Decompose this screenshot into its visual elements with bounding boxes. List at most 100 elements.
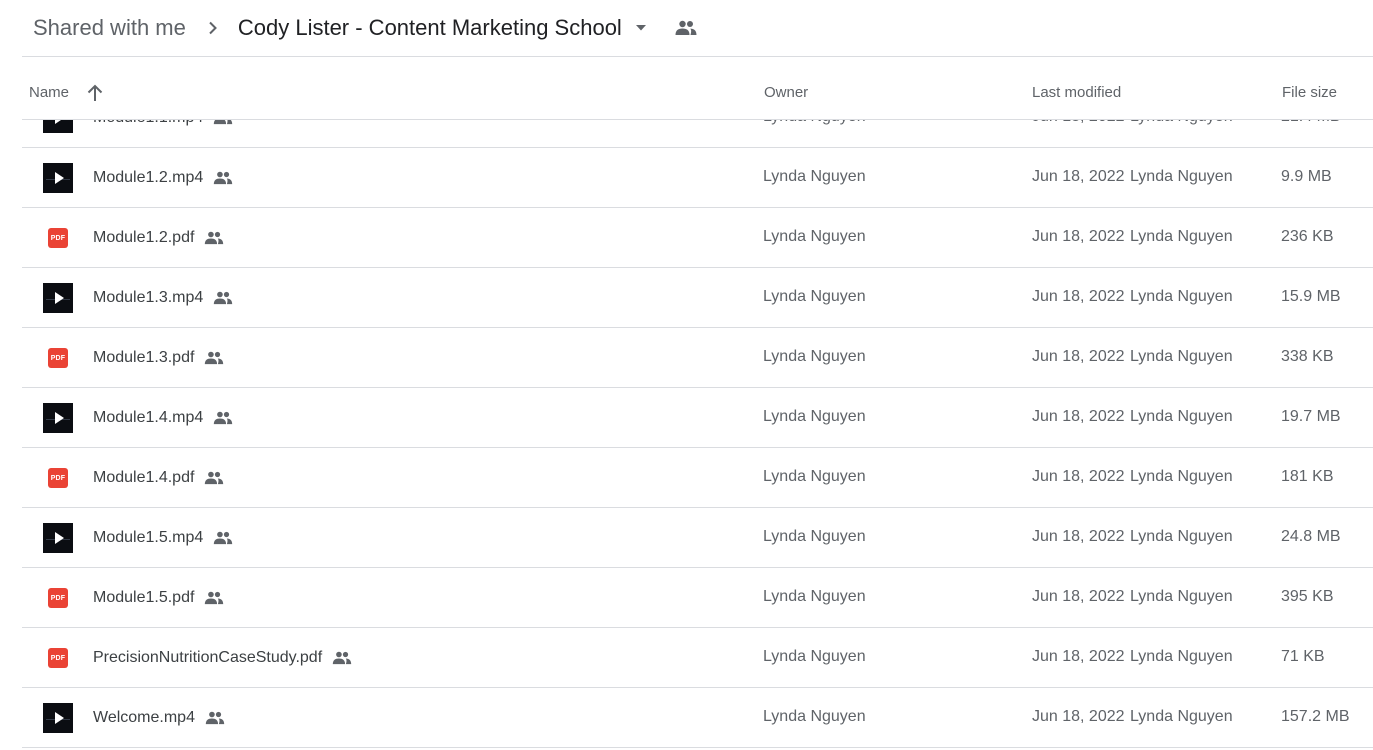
pdf-file-icon: PDF: [43, 643, 73, 673]
file-name: Module1.1.mp4: [93, 120, 203, 127]
file-name-cell: Welcome.mp4: [93, 688, 226, 748]
file-name: Module1.3.mp4: [93, 289, 204, 306]
pdf-badge: PDF: [48, 648, 68, 668]
pdf-file-icon: PDF: [43, 463, 73, 493]
file-modified-date: Jun 18, 2022: [1032, 228, 1125, 245]
file-modified-by: Lynda Nguyen: [1130, 468, 1233, 485]
file-name-cell: PrecisionNutritionCaseStudy.pdf: [93, 628, 353, 688]
file-size: 338 KB: [1281, 348, 1334, 365]
file-row[interactable]: Module1.1.mp4 Lynda Nguyen Jun 18, 2022 …: [22, 120, 1373, 148]
file-modified-date: Jun 18, 2022: [1032, 588, 1125, 605]
file-row[interactable]: Module1.2.mp4 Lynda Nguyen Jun 18, 2022 …: [22, 148, 1373, 208]
file-size: 395 KB: [1281, 588, 1334, 605]
file-size: 181 KB: [1281, 468, 1334, 485]
file-name-cell: Module1.5.pdf: [93, 568, 225, 628]
play-icon: [43, 703, 73, 733]
play-icon: [43, 163, 73, 193]
video-thumbnail-icon: [43, 163, 73, 193]
file-modified-date: Jun 18, 2022: [1032, 288, 1125, 305]
file-name-cell: Module1.1.mp4: [93, 120, 234, 148]
file-list: Module1.1.mp4 Lynda Nguyen Jun 18, 2022 …: [22, 120, 1373, 750]
people-icon: [331, 647, 353, 669]
file-name-cell: Module1.4.pdf: [93, 448, 225, 508]
file-name-cell: Module1.4.mp4: [93, 388, 234, 448]
play-icon: [43, 523, 73, 553]
file-owner: Lynda Nguyen: [763, 408, 866, 425]
file-list-rows: Module1.1.mp4 Lynda Nguyen Jun 18, 2022 …: [22, 120, 1373, 748]
file-name: Module1.2.pdf: [93, 229, 195, 246]
people-icon: [204, 707, 226, 729]
file-modified-by: Lynda Nguyen: [1130, 348, 1233, 365]
file-modified-by: Lynda Nguyen: [1130, 288, 1233, 305]
file-size: 71 KB: [1281, 648, 1325, 665]
file-row[interactable]: PDF Module1.4.pdf Lynda Nguyen Jun 18, 2…: [22, 448, 1373, 508]
drive-file-list-page: Shared with me Cody Lister - Content Mar…: [0, 0, 1373, 750]
people-icon: [203, 467, 225, 489]
file-modified-by: Lynda Nguyen: [1130, 168, 1233, 185]
file-row[interactable]: Module1.5.mp4 Lynda Nguyen Jun 18, 2022 …: [22, 508, 1373, 568]
breadcrumb: Shared with me Cody Lister - Content Mar…: [22, 0, 1373, 57]
file-size: 21.4 MB: [1281, 120, 1341, 126]
column-header: Name Owner Last modified File size: [22, 57, 1373, 120]
pdf-badge: PDF: [48, 588, 68, 608]
file-row[interactable]: PDF Module1.3.pdf Lynda Nguyen Jun 18, 2…: [22, 328, 1373, 388]
pdf-badge: PDF: [48, 348, 68, 368]
people-icon: [212, 167, 234, 189]
file-owner: Lynda Nguyen: [763, 468, 866, 485]
pdf-file-icon: PDF: [43, 223, 73, 253]
file-owner: Lynda Nguyen: [763, 120, 866, 126]
file-row[interactable]: PDF Module1.2.pdf Lynda Nguyen Jun 18, 2…: [22, 208, 1373, 268]
file-owner: Lynda Nguyen: [763, 348, 866, 365]
play-icon: [43, 403, 73, 433]
play-icon: [43, 283, 73, 313]
file-modified-by: Lynda Nguyen: [1130, 528, 1233, 545]
file-row[interactable]: PDF PrecisionNutritionCaseStudy.pdf Lynd…: [22, 628, 1373, 688]
breadcrumb-current-folder[interactable]: Cody Lister - Content Marketing School: [238, 15, 622, 41]
caret-down-icon[interactable]: [634, 21, 648, 35]
file-name-cell: Module1.2.pdf: [93, 208, 225, 268]
file-size: 15.9 MB: [1281, 288, 1341, 305]
column-file-size[interactable]: File size: [1282, 84, 1337, 101]
people-icon: [212, 527, 234, 549]
file-size: 236 KB: [1281, 228, 1334, 245]
file-name: Module1.5.mp4: [93, 529, 204, 546]
file-modified-date: Jun 18, 2022: [1032, 120, 1125, 126]
file-owner: Lynda Nguyen: [763, 288, 866, 305]
file-owner: Lynda Nguyen: [763, 528, 866, 545]
file-owner: Lynda Nguyen: [763, 708, 866, 725]
file-size: 157.2 MB: [1281, 708, 1350, 725]
file-size: 24.8 MB: [1281, 528, 1341, 545]
video-thumbnail-icon: [43, 283, 73, 313]
pdf-badge: PDF: [48, 468, 68, 488]
file-name-cell: Module1.3.mp4: [93, 268, 234, 328]
column-name[interactable]: Name: [29, 84, 69, 101]
people-icon: [203, 347, 225, 369]
file-name: Module1.2.mp4: [93, 169, 204, 186]
file-size: 9.9 MB: [1281, 168, 1332, 185]
file-modified-by: Lynda Nguyen: [1130, 408, 1233, 425]
file-owner: Lynda Nguyen: [763, 168, 866, 185]
pdf-file-icon: PDF: [43, 343, 73, 373]
arrow-up-icon[interactable]: [86, 83, 104, 103]
column-owner: Owner: [764, 84, 809, 101]
people-icon: [212, 287, 234, 309]
file-row[interactable]: Module1.3.mp4 Lynda Nguyen Jun 18, 2022 …: [22, 268, 1373, 328]
file-owner: Lynda Nguyen: [763, 228, 866, 245]
breadcrumb-shared-with-me[interactable]: Shared with me: [33, 15, 186, 41]
file-modified-date: Jun 18, 2022: [1032, 708, 1125, 725]
file-modified-date: Jun 18, 2022: [1032, 648, 1125, 665]
file-name: Module1.5.pdf: [93, 589, 195, 606]
file-name: Welcome.mp4: [93, 709, 195, 726]
file-name: PrecisionNutritionCaseStudy.pdf: [93, 649, 323, 666]
video-thumbnail-icon: [43, 703, 73, 733]
people-icon: [212, 407, 234, 429]
file-row[interactable]: Module1.4.mp4 Lynda Nguyen Jun 18, 2022 …: [22, 388, 1373, 448]
file-row[interactable]: Welcome.mp4 Lynda Nguyen Jun 18, 2022 Ly…: [22, 688, 1373, 748]
file-row[interactable]: PDF Module1.5.pdf Lynda Nguyen Jun 18, 2…: [22, 568, 1373, 628]
file-modified-date: Jun 18, 2022: [1032, 528, 1125, 545]
column-last-modified[interactable]: Last modified: [1032, 84, 1121, 101]
file-modified-by: Lynda Nguyen: [1130, 120, 1233, 126]
video-thumbnail-icon: [43, 120, 73, 133]
file-name-cell: Module1.3.pdf: [93, 328, 225, 388]
file-modified-date: Jun 18, 2022: [1032, 348, 1125, 365]
